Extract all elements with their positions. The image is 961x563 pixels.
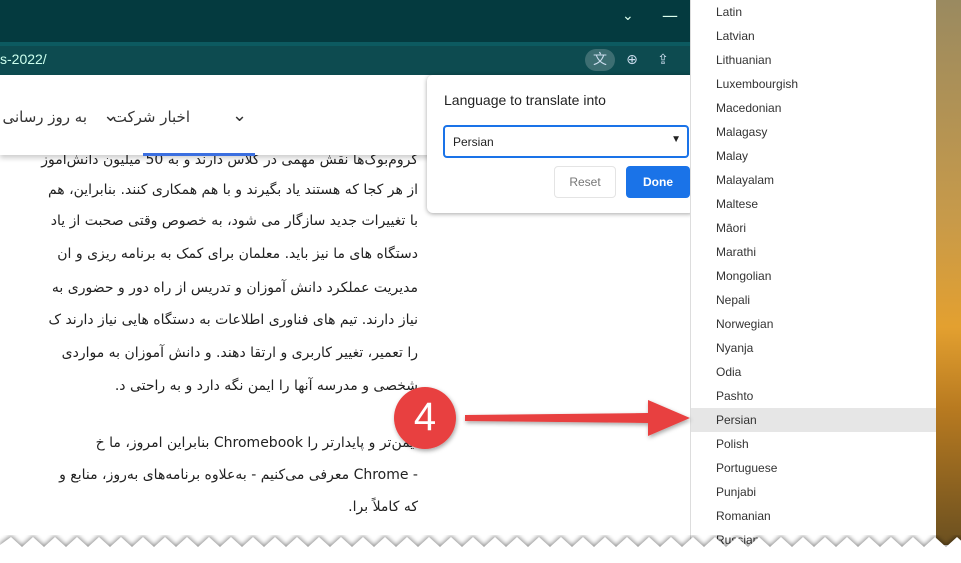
article-line: نیاز دارند. تیم های فناوری اطلاعات به دس… <box>48 312 418 328</box>
language-option[interactable]: Marathi <box>691 240 936 264</box>
language-option[interactable]: Lithuanian <box>691 48 936 72</box>
browser-title-bar: ⌄ — <box>0 0 700 42</box>
done-button[interactable]: Done <box>626 166 690 198</box>
nav-item-updates[interactable]: به روز رسانی <box>2 108 87 126</box>
language-dropdown-list[interactable]: Latin Latvian Lithuanian Luxembourgish Maced… <box>690 0 936 548</box>
article-line: که کاملاً برا. <box>348 499 418 515</box>
language-option[interactable]: Malayalam <box>691 168 936 192</box>
article-line: ایمن‌تر و پایدارتر را Chromebook بنابرای… <box>95 435 418 451</box>
dialog-title: Language to translate into <box>444 92 606 108</box>
article-line: شخصی و مدرسه آنها را ایمن نگه دارد و به … <box>114 378 418 394</box>
minimize-icon[interactable]: — <box>662 6 678 25</box>
language-option[interactable]: Norwegian <box>691 312 936 336</box>
chevron-down-icon[interactable]: ⌄ <box>232 105 247 126</box>
language-option[interactable]: Nyanja <box>691 336 936 360</box>
language-option[interactable]: Portuguese <box>691 456 936 480</box>
arrow-icon <box>465 400 690 436</box>
language-option[interactable]: Latin <box>691 0 936 24</box>
article-line: از هر کجا که هستند یاد بگیرند و با هم هم… <box>47 182 418 198</box>
translate-icon[interactable]: 文 <box>585 49 615 71</box>
language-option[interactable]: Polish <box>691 432 936 456</box>
article-line: دستگاه های ما نیز باید. معلمان برای کمک … <box>57 246 418 262</box>
tab-list-chevron-icon[interactable]: ⌄ <box>622 8 634 24</box>
article-line: - Chrome معرفی می‌کنیم - به‌علاوه برنامه… <box>59 467 418 483</box>
article-line: را تعمیر، تغییر کاربری و ارتقا دهند. و د… <box>61 345 418 361</box>
translate-dialog: Language to translate into Persian ▼ Res… <box>427 75 695 213</box>
nav-active-underline <box>143 153 255 156</box>
language-option[interactable]: Odia <box>691 360 936 384</box>
language-option[interactable]: Malay <box>691 144 936 168</box>
language-option[interactable]: Luxembourgish <box>691 72 936 96</box>
article-line: با تغییرات جدید سازگار می شود، به خصوص و… <box>50 213 418 229</box>
reset-button[interactable]: Reset <box>554 166 616 198</box>
url-text[interactable]: s-2022/ <box>0 51 47 67</box>
nav-item-company-news[interactable]: اخبار شرکت <box>113 108 190 126</box>
language-option[interactable]: Malagasy <box>691 120 936 144</box>
dropdown-caret-icon: ▼ <box>671 134 681 145</box>
language-option[interactable]: Mongolian <box>691 264 936 288</box>
torn-edge <box>0 537 961 563</box>
language-option[interactable]: Nepali <box>691 288 936 312</box>
language-option[interactable]: Pashto <box>691 384 936 408</box>
language-option[interactable]: Maltese <box>691 192 936 216</box>
language-select[interactable]: Persian ▼ <box>443 125 689 158</box>
article-line: مدیریت عملکرد دانش آموزان و تدریس از راه… <box>51 280 418 296</box>
language-option[interactable]: Latvian <box>691 24 936 48</box>
language-option[interactable]: Macedonian <box>691 96 936 120</box>
article-body: کروم‌بوک‌ها نقش مهمی در کلاس دارند و به … <box>0 150 420 550</box>
address-bar[interactable]: s-2022/ 文 ⊕ ⇪ <box>0 46 700 75</box>
language-option[interactable]: Māori <box>691 216 936 240</box>
language-option[interactable]: Punjabi <box>691 480 936 504</box>
share-icon[interactable]: ⇪ <box>650 49 676 71</box>
torn-edge-shape <box>0 537 961 563</box>
language-option[interactable]: Persian <box>691 408 936 432</box>
desktop-background <box>936 0 961 545</box>
selected-language: Persian <box>453 135 494 149</box>
zoom-icon[interactable]: ⊕ <box>619 49 645 71</box>
language-option[interactable]: Romanian <box>691 504 936 528</box>
step-number: 4 <box>413 395 437 439</box>
chevron-down-icon[interactable]: ⌄ <box>103 105 118 126</box>
